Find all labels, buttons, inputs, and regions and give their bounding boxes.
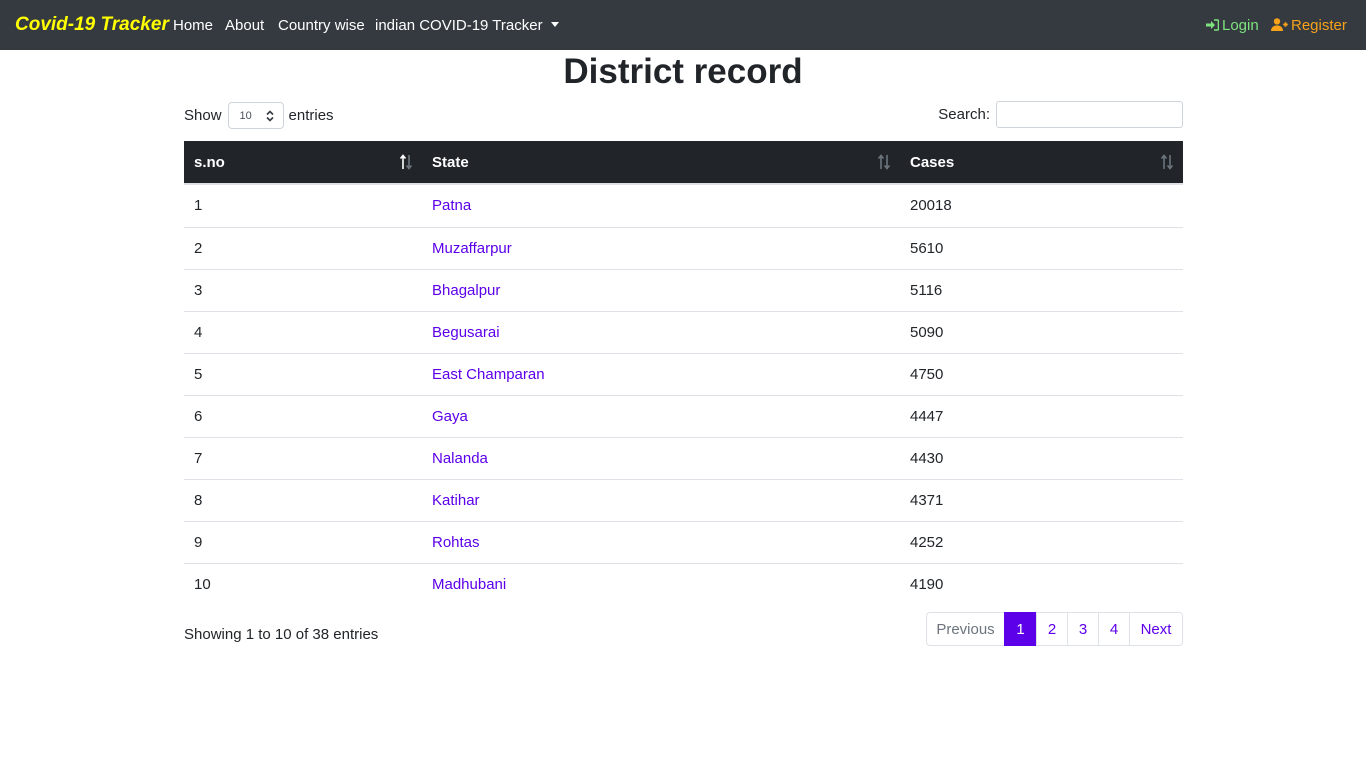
nav-indian-tracker-label: indian COVID-19 Tracker <box>375 17 543 34</box>
cell-cases: 5610 <box>900 226 1183 269</box>
sort-icon <box>1160 154 1174 170</box>
cell-sno: 9 <box>184 520 422 563</box>
cell-cases: 4750 <box>900 352 1183 395</box>
district-link[interactable]: Nalanda <box>432 450 488 467</box>
nav-country-wise[interactable]: Country wise <box>278 17 365 34</box>
cell-state: Nalanda <box>422 436 900 479</box>
brand-logo[interactable]: Covid-19 Tracker <box>15 14 169 36</box>
district-link[interactable]: Bhagalpur <box>432 282 500 299</box>
cell-cases: 4252 <box>900 520 1183 563</box>
cell-state: East Champaran <box>422 352 900 395</box>
page-title: District record <box>563 52 803 91</box>
cell-cases: 4190 <box>900 562 1183 605</box>
table-info: Showing 1 to 10 of 38 entries <box>184 626 379 643</box>
cell-state: Gaya <box>422 394 900 437</box>
cell-sno: 4 <box>184 310 422 353</box>
district-link[interactable]: Madhubani <box>432 576 506 593</box>
entries-length-control: Show 10 entries <box>184 101 334 129</box>
next-button[interactable]: Next <box>1129 612 1183 646</box>
district-link[interactable]: Begusarai <box>432 324 500 341</box>
nav-home[interactable]: Home <box>173 17 213 34</box>
table-row: 5 East Champaran 4750 <box>184 352 1183 395</box>
login-link[interactable]: Login <box>1206 17 1259 34</box>
cell-cases: 4447 <box>900 394 1183 437</box>
user-plus-icon <box>1271 18 1288 31</box>
cell-cases: 5090 <box>900 310 1183 353</box>
table-header-row: s.no State Cases <box>184 141 1183 185</box>
table-row: 1 Patna 20018 <box>184 184 1183 227</box>
cell-cases: 4371 <box>900 478 1183 521</box>
district-link[interactable]: East Champaran <box>432 366 545 383</box>
entries-label: entries <box>288 106 334 124</box>
cell-state: Rohtas <box>422 520 900 563</box>
search-label: Search: <box>938 106 990 123</box>
table-row: 4 Begusarai 5090 <box>184 310 1183 353</box>
nav-indian-tracker-dropdown[interactable]: indian COVID-19 Tracker <box>375 17 559 34</box>
nav-about[interactable]: About <box>225 17 264 34</box>
select-arrows-icon <box>265 109 274 122</box>
cell-sno: 6 <box>184 394 422 437</box>
entries-select[interactable]: 10 <box>227 101 284 129</box>
cell-sno: 1 <box>194 197 203 215</box>
district-link[interactable]: Gaya <box>432 408 468 425</box>
column-header-cases-label: Cases <box>910 153 955 171</box>
column-header-cases[interactable]: Cases <box>900 141 1183 185</box>
table-row: 3 Bhagalpur 5116 <box>184 268 1183 311</box>
cell-state: Begusarai <box>422 310 900 353</box>
table-row: 2 Muzaffarpur 5610 <box>184 226 1183 269</box>
page-4-button[interactable]: 4 <box>1098 612 1130 646</box>
cell-sno: 2 <box>184 226 422 269</box>
previous-button[interactable]: Previous <box>926 612 1005 646</box>
page-3-button[interactable]: 3 <box>1067 612 1099 646</box>
cell-cases: 4430 <box>900 436 1183 479</box>
column-header-state-label: State <box>432 153 469 171</box>
district-link[interactable]: Katihar <box>432 492 480 509</box>
pagination: Previous 1 2 3 4 Next <box>926 612 1183 646</box>
login-label: Login <box>1222 17 1259 34</box>
table-row: 6 Gaya 4447 <box>184 394 1183 437</box>
cell-sno: 8 <box>184 478 422 521</box>
column-header-state[interactable]: State <box>422 141 900 185</box>
cell-sno: 10 <box>184 562 422 605</box>
district-link[interactable]: Muzaffarpur <box>432 240 512 257</box>
cell-state: Muzaffarpur <box>422 226 900 269</box>
sign-in-icon <box>1206 19 1220 31</box>
cell-sno: 3 <box>184 268 422 311</box>
column-header-sno-label: s.no <box>194 153 225 171</box>
district-table: s.no State Cases 1 Patna 20018 2 Muzaffa… <box>184 141 1183 605</box>
cell-sno: 7 <box>184 436 422 479</box>
top-navbar: Covid-19 Tracker Home About Country wise… <box>0 0 1366 50</box>
search-control: Search: <box>938 101 1183 128</box>
cell-cases: 20018 <box>910 197 952 215</box>
table-row: 7 Nalanda 4430 <box>184 436 1183 479</box>
cell-state: Katihar <box>422 478 900 521</box>
table-row: 10 Madhubani 4190 <box>184 562 1183 605</box>
search-input[interactable] <box>996 101 1183 128</box>
table-row: 9 Rohtas 4252 <box>184 520 1183 563</box>
cell-state: Madhubani <box>422 562 900 605</box>
chevron-down-icon <box>550 22 559 27</box>
register-link[interactable]: Register <box>1271 17 1347 34</box>
register-label: Register <box>1291 17 1347 34</box>
page-2-button[interactable]: 2 <box>1036 612 1068 646</box>
show-label: Show <box>184 106 222 124</box>
column-header-sno[interactable]: s.no <box>184 141 422 185</box>
page-1-button[interactable]: 1 <box>1004 612 1037 646</box>
cell-sno: 5 <box>184 352 422 395</box>
cell-state: Patna <box>422 184 900 227</box>
entries-select-value: 10 <box>239 109 252 122</box>
sort-ascending-icon <box>399 154 413 170</box>
cell-state: Bhagalpur <box>422 268 900 311</box>
sort-icon <box>877 154 891 170</box>
table-row: 8 Katihar 4371 <box>184 478 1183 521</box>
cell-cases: 5116 <box>900 268 1183 311</box>
district-link[interactable]: Patna <box>432 197 471 214</box>
district-link[interactable]: Rohtas <box>432 534 480 551</box>
